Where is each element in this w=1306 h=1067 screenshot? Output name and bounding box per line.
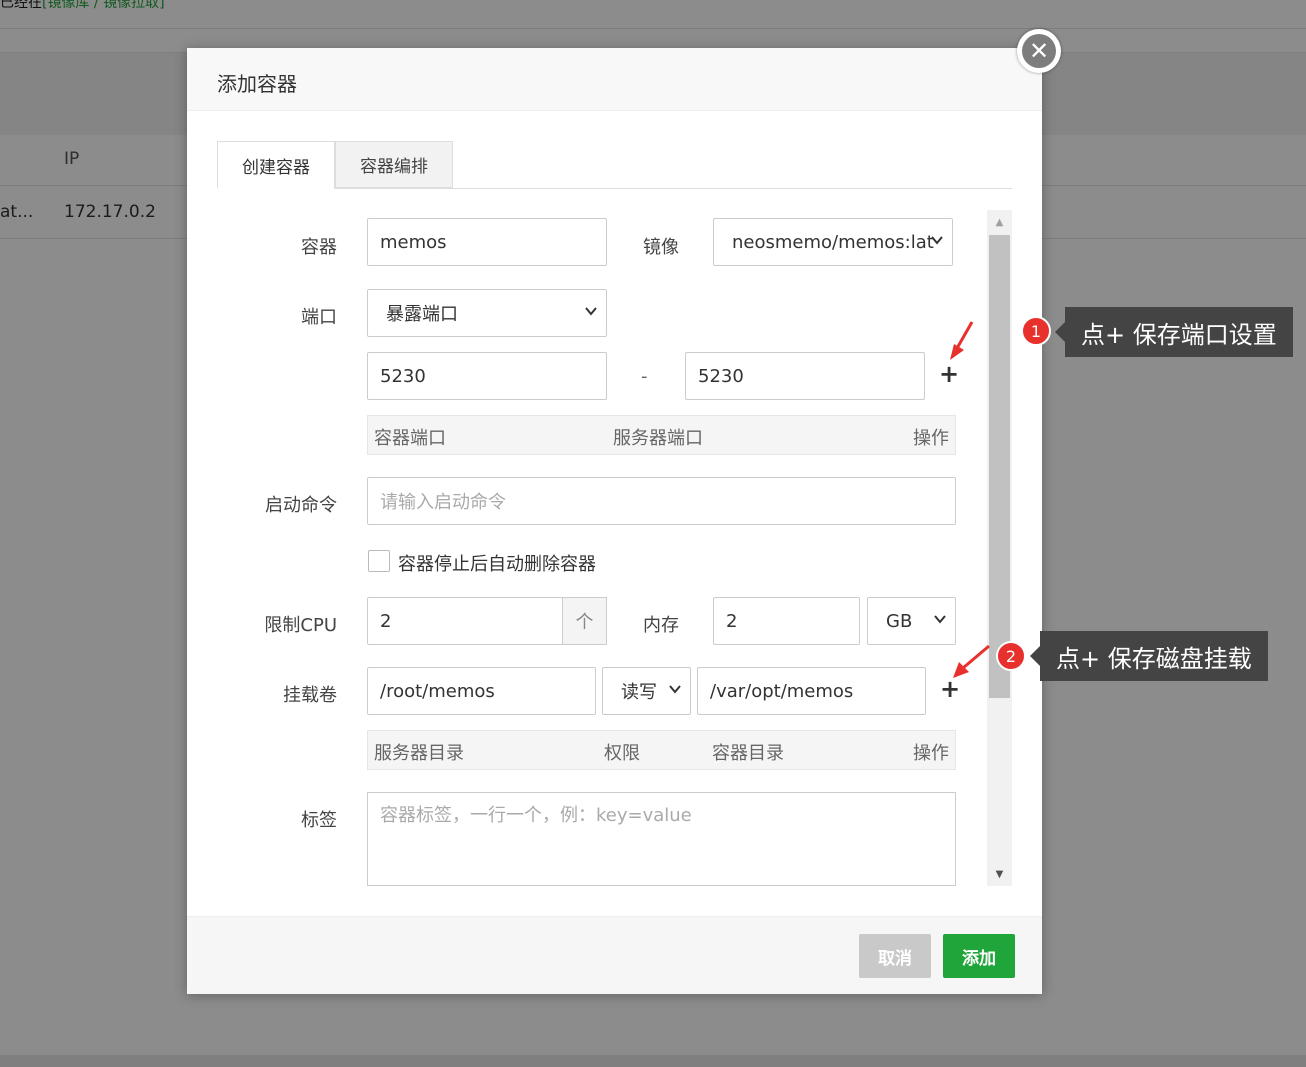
cancel-button[interactable]: 取消: [859, 934, 931, 978]
volume-label: 挂载卷: [283, 685, 337, 706]
annotation-arrow-icon: [950, 321, 974, 360]
tab-create-container[interactable]: 创建容器: [217, 141, 335, 189]
auto-remove-checkbox[interactable]: [368, 550, 390, 572]
dialog-title: 添加容器: [217, 72, 297, 96]
volume-table-col-action: 操作: [913, 743, 949, 764]
annotation-badge: 1: [1021, 316, 1051, 346]
scroll-thumb[interactable]: [989, 235, 1010, 698]
annotation-tooltip: 点+ 保存磁盘挂载: [1030, 631, 1268, 681]
tab-bar: 创建容器 容器编排: [217, 141, 1012, 189]
port-table-col-container: 容器端口: [374, 428, 446, 449]
chevron-down-icon: [585, 307, 597, 316]
container-port-input[interactable]: 5230: [367, 352, 607, 400]
scroll-up-icon[interactable]: ▲: [987, 210, 1012, 234]
volume-table-header: 服务器目录 权限 容器目录 操作: [367, 730, 956, 770]
add-port-button[interactable]: +: [939, 360, 959, 388]
auto-remove-label: 容器停止后自动删除容器: [398, 554, 596, 575]
port-table-col-action: 操作: [913, 428, 949, 449]
annotation-badge: 2: [996, 641, 1026, 671]
dialog-footer: 取消 添加: [187, 916, 1042, 994]
tag-textarea[interactable]: 容器标签，一行一个，例：key=value: [367, 792, 956, 886]
command-label: 启动命令: [265, 495, 337, 516]
close-button[interactable]: ✕: [1017, 29, 1061, 73]
add-button[interactable]: 添加: [943, 934, 1015, 978]
volume-mode-value: 读写: [621, 682, 657, 703]
close-icon: ✕: [1022, 34, 1056, 68]
port-table-header: 容器端口 服务器端口 操作: [367, 415, 956, 455]
cpu-label: 限制CPU: [264, 615, 337, 636]
form-scrollbar[interactable]: ▲ ▼: [987, 210, 1012, 886]
chevron-down-icon: [934, 615, 946, 624]
port-table-col-server: 服务器端口: [613, 428, 703, 449]
port-mode-select[interactable]: 暴露端口: [367, 289, 607, 337]
volume-table-col-permission: 权限: [604, 743, 640, 764]
volume-table-col-server: 服务器目录: [374, 743, 464, 764]
tag-label: 标签: [301, 810, 337, 831]
annotation-tooltip: 点+ 保存端口设置: [1055, 307, 1293, 357]
container-name-label: 容器: [301, 237, 337, 258]
image-select[interactable]: neosmemo/memos:lat: [713, 218, 953, 266]
port-mode-value: 暴露端口: [386, 304, 458, 325]
image-select-value: neosmemo/memos:lat: [732, 231, 934, 253]
server-port-input[interactable]: 5230: [685, 352, 925, 400]
cpu-input[interactable]: 2: [367, 597, 563, 645]
annotation-arrow-icon: [953, 644, 990, 678]
port-separator: -: [641, 366, 648, 387]
command-input[interactable]: 请输入启动命令: [367, 477, 956, 525]
volume-container-path-input[interactable]: /var/opt/memos: [697, 667, 926, 715]
port-label: 端口: [301, 307, 337, 328]
dialog-header: 添加容器: [187, 48, 1042, 111]
volume-table-col-container: 容器目录: [712, 743, 784, 764]
memory-input[interactable]: 2: [713, 597, 860, 645]
volume-mode-select[interactable]: 读写: [602, 667, 691, 715]
memory-unit-select[interactable]: GB: [867, 597, 956, 645]
image-label: 镜像: [643, 237, 679, 258]
memory-unit-value: GB: [886, 610, 913, 632]
memory-label: 内存: [643, 615, 679, 636]
add-container-dialog: 添加容器 创建容器 容器编排 容器 memos 镜像 neosmemo/memo…: [187, 48, 1042, 994]
scroll-down-icon[interactable]: ▼: [987, 862, 1012, 886]
volume-server-path-input[interactable]: /root/memos: [367, 667, 596, 715]
chevron-down-icon: [669, 685, 681, 694]
chevron-down-icon: [931, 236, 943, 245]
tab-container-compose[interactable]: 容器编排: [335, 141, 453, 188]
